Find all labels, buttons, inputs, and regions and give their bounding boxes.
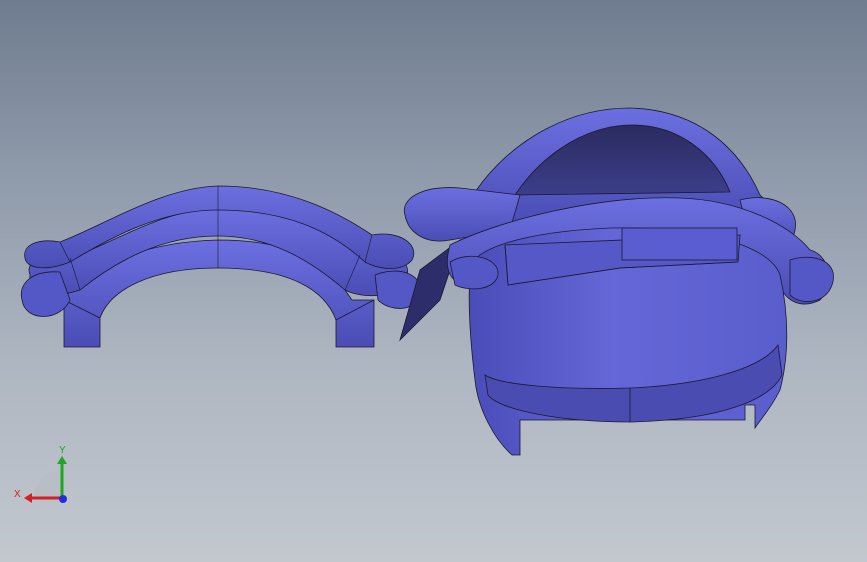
visor-slot: [621, 227, 738, 261]
x-arrow: [24, 493, 32, 503]
model-canvas[interactable]: [0, 0, 867, 562]
left-knob: [449, 255, 499, 290]
y-axis-label: Y: [59, 445, 66, 456]
right-knob: [789, 256, 834, 302]
x-axis-label: X: [14, 489, 21, 500]
axis-triad: Y X: [14, 445, 67, 503]
right-shield-part[interactable]: [399, 107, 834, 456]
left-headband-part[interactable]: [20, 185, 421, 348]
left-end-knob: [20, 271, 71, 317]
y-arrow: [57, 456, 67, 464]
3d-viewport[interactable]: Y X: [0, 0, 867, 562]
z-axis-dot: [59, 495, 67, 503]
triad-plane: [34, 470, 62, 498]
